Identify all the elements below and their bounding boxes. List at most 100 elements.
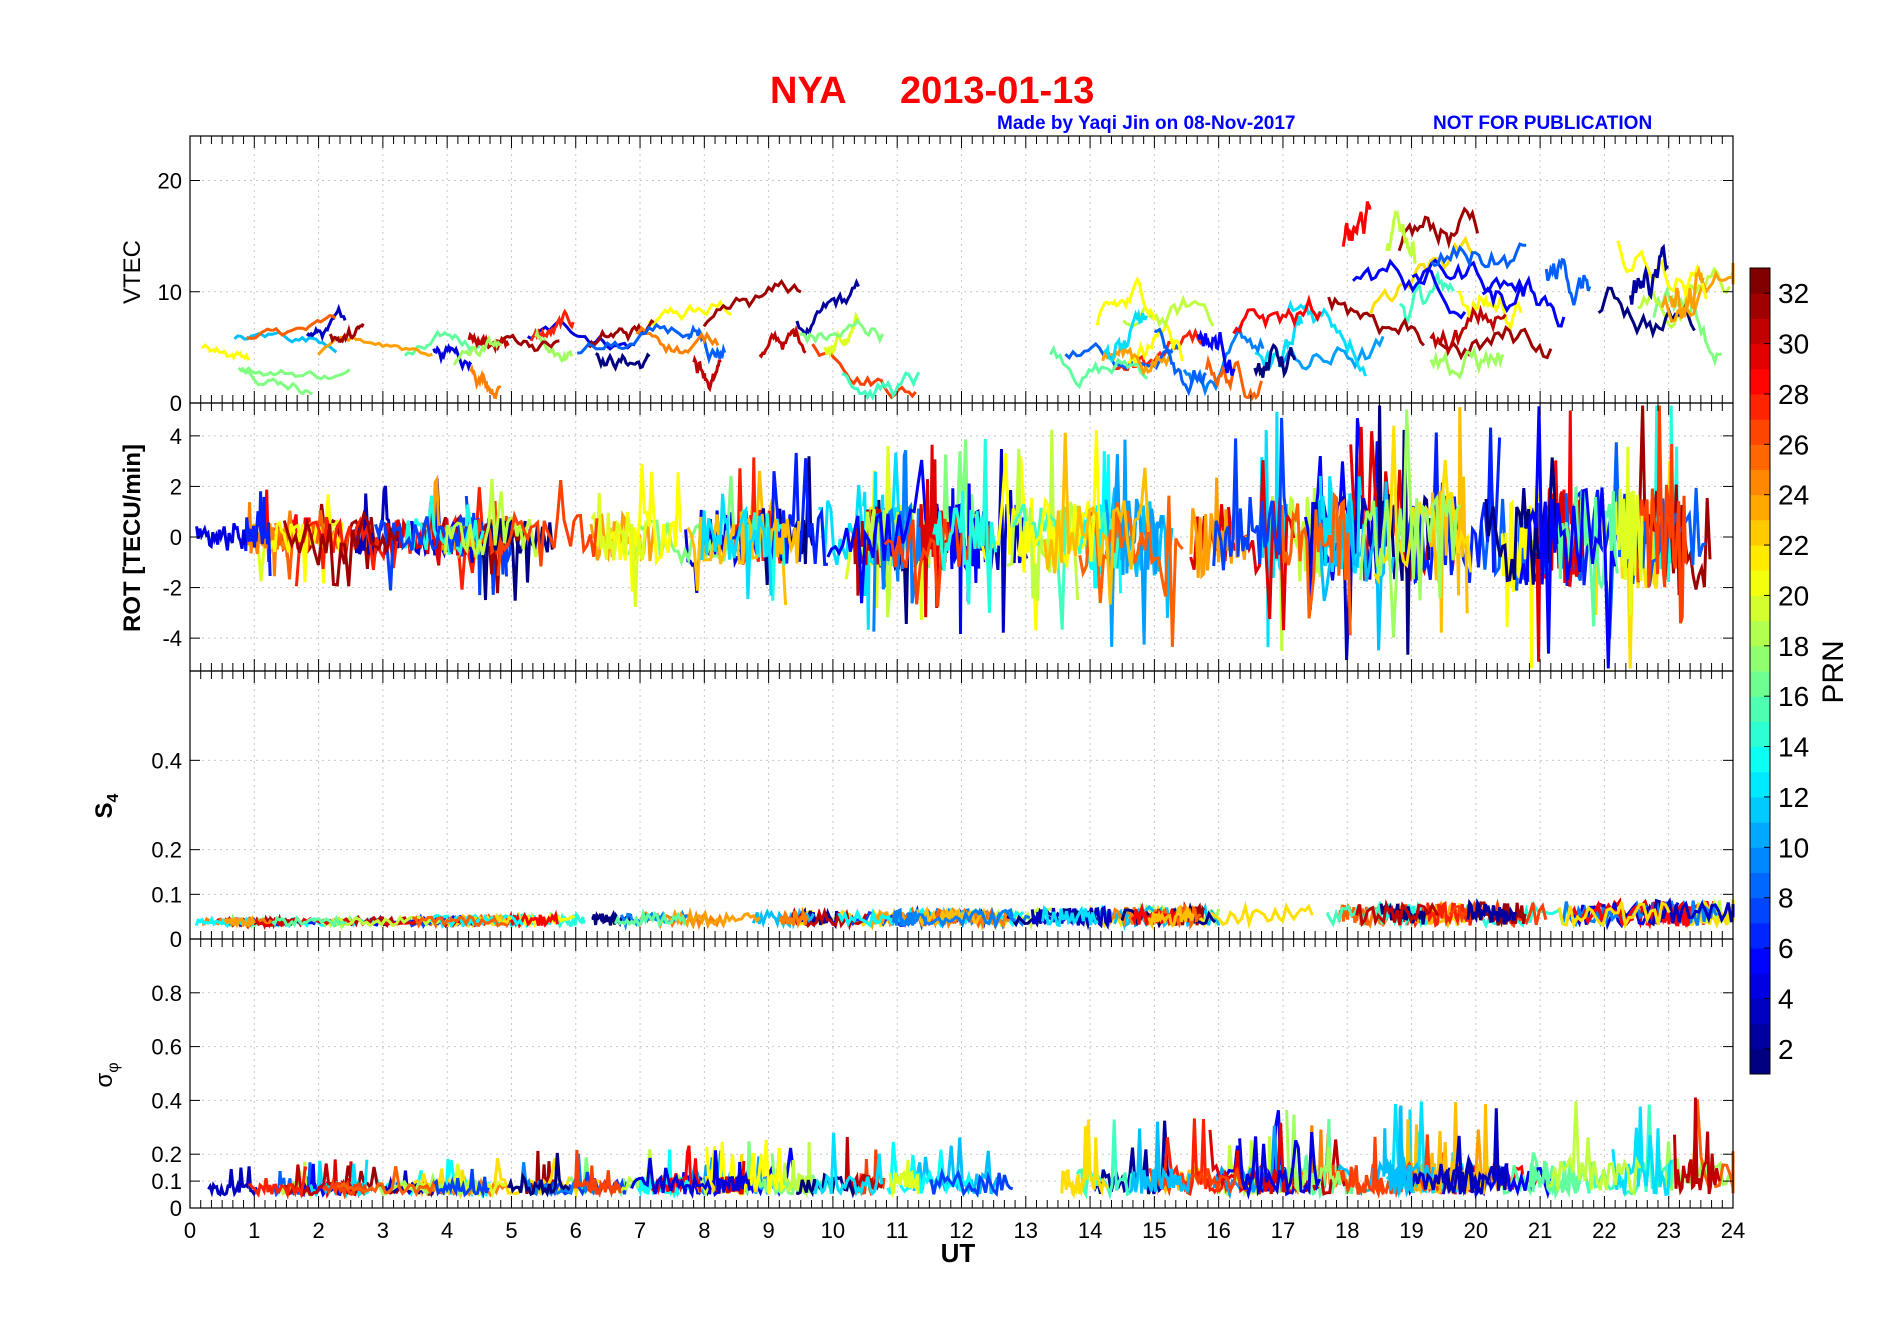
colorbar-segment: [1750, 268, 1770, 294]
colorbar-segment: [1750, 595, 1770, 622]
colorbar-segment: [1750, 746, 1770, 773]
x-tick-label: 6: [570, 1218, 582, 1243]
trace-prn-17: [237, 366, 313, 396]
colorbar-segment: [1750, 948, 1770, 974]
x-tick-label: 2: [312, 1218, 324, 1243]
trace-prn-31: [758, 324, 807, 359]
ylabel-rot: ROT [TECU/min]: [119, 444, 146, 632]
y-tick-label: 0.2: [151, 838, 182, 863]
trace-prn-21: [200, 343, 251, 361]
colorbar-segment: [1750, 973, 1770, 999]
credit-made-by: Made by Yaqi Jin on 08-Nov-2017: [997, 113, 1295, 134]
x-tick-label: 14: [1078, 1218, 1102, 1243]
colorbar-segment: [1750, 847, 1770, 873]
title-date: 2013-01-13: [900, 70, 1094, 112]
trace-prn-25: [778, 906, 810, 929]
y-tick-label: 10: [158, 280, 182, 305]
colorbar-segment: [1750, 1023, 1770, 1050]
x-tick-label: 16: [1206, 1218, 1230, 1243]
x-tick-label: 0: [184, 1218, 196, 1243]
colorbar-segment: [1750, 368, 1770, 395]
colorbar-segment: [1750, 343, 1770, 370]
colorbar-segment: [1750, 645, 1770, 672]
trace-prn-4: [432, 343, 473, 372]
colorbar-segment: [1750, 897, 1770, 924]
colorbar-segment: [1750, 796, 1770, 823]
colorbar-tick-label: 18: [1778, 631, 1809, 662]
x-tick-label: 9: [763, 1218, 775, 1243]
y-tick-label: 2: [170, 474, 182, 499]
x-tick-label: 15: [1142, 1218, 1166, 1243]
y-tick-label: 0.1: [151, 1169, 182, 1194]
colorbar-segment: [1750, 998, 1770, 1025]
colorbar-segment: [1750, 1048, 1770, 1075]
colorbar-segment: [1750, 620, 1770, 647]
y-tick-label: 0.6: [151, 1035, 182, 1060]
x-tick-label: 4: [441, 1218, 453, 1243]
panel-vtec: 0 10 20: [158, 135, 1735, 416]
y-tick-label: 0: [170, 1196, 182, 1221]
x-tick-label: 19: [1399, 1218, 1423, 1243]
data-traces: [200, 201, 1735, 402]
colorbar-tick-label: 14: [1778, 732, 1809, 763]
trace-prn-29: [1232, 294, 1322, 335]
y-tick-label: -2: [162, 576, 182, 601]
y-tick-label: 0: [170, 391, 182, 416]
y-tick-label: 4: [170, 424, 182, 449]
colorbar-segment: [1750, 872, 1770, 899]
x-tick-label: 23: [1656, 1218, 1680, 1243]
xlabel-ut: UT: [941, 1238, 976, 1268]
panel-rot: -4 -2 0 2 4: [162, 402, 1734, 672]
trace-prn-17: [240, 366, 351, 381]
y-tick-label: -4: [162, 626, 182, 651]
panel-s4: 0 0.1 0.2 0.4: [151, 670, 1735, 952]
colorbar: 2468101214161820222426283032: [1749, 267, 1809, 1075]
colorbar-segment: [1750, 922, 1770, 949]
colorbar-segment: [1750, 671, 1770, 697]
ylabel-sigma-phi: σφ: [91, 1062, 122, 1087]
colorbar-segment: [1750, 393, 1770, 420]
x-tick-label: 13: [1014, 1218, 1038, 1243]
ylabel-s4: S4: [91, 793, 122, 818]
trace-prn-26: [1204, 354, 1263, 402]
x-tick-label: 11: [886, 1218, 909, 1243]
trace-prn-21: [647, 299, 732, 328]
x-tick-label: 21: [1528, 1218, 1552, 1243]
trace-prn-8: [1544, 257, 1592, 306]
colorbar-segment: [1750, 822, 1770, 848]
colorbar-segment: [1750, 519, 1770, 546]
colorbar-segment: [1750, 318, 1770, 345]
x-tick-label: 7: [634, 1218, 646, 1243]
colorbar-segment: [1750, 293, 1770, 319]
x-tick-label: 10: [821, 1218, 845, 1243]
y-tick-label: 0.1: [151, 882, 182, 907]
y-tick-label: 0.4: [151, 748, 182, 773]
colorbar-tick-label: 16: [1778, 681, 1809, 712]
panel-sigma_phi: 00.10.20.40.60.80 1 2 3 4 5 6 7 8 9 10 11 12 13 14 15 16…: [151, 938, 1745, 1243]
colorbar-tick-label: 4: [1778, 983, 1794, 1014]
trace-prn-31: [1673, 1097, 1722, 1196]
x-tick-label: 22: [1592, 1218, 1616, 1243]
colorbar-tick-label: 30: [1778, 329, 1809, 360]
colorbar-segment: [1750, 696, 1770, 722]
colorbar-tick-label: 12: [1778, 782, 1809, 813]
trace-prn-31: [692, 354, 722, 393]
x-tick-label: 1: [248, 1218, 260, 1243]
x-tick-label: 17: [1271, 1218, 1295, 1243]
colorbar-tick-label: 10: [1778, 832, 1809, 863]
data-traces: [207, 1097, 1735, 1201]
panels: 01020-4-202400.10.20.400.10.20.40.60.80 1…: [151, 135, 1745, 1243]
colorbar-tick-label: 2: [1778, 1034, 1794, 1065]
colorbar-segment: [1750, 721, 1770, 748]
x-tick-label: 18: [1335, 1218, 1359, 1243]
colorbar-segment: [1750, 494, 1770, 521]
colorbar-tick-label: 26: [1778, 429, 1809, 460]
y-tick-label: 0: [170, 525, 182, 550]
data-traces: [194, 897, 1735, 932]
y-tick-label: 0.8: [151, 981, 182, 1006]
trace-prn-3: [207, 1166, 258, 1198]
colorbar-tick-label: 22: [1778, 530, 1809, 561]
title-station: NYA: [770, 70, 847, 112]
colorbar-tick-label: 20: [1778, 580, 1809, 611]
x-tick-label: 8: [698, 1218, 710, 1243]
